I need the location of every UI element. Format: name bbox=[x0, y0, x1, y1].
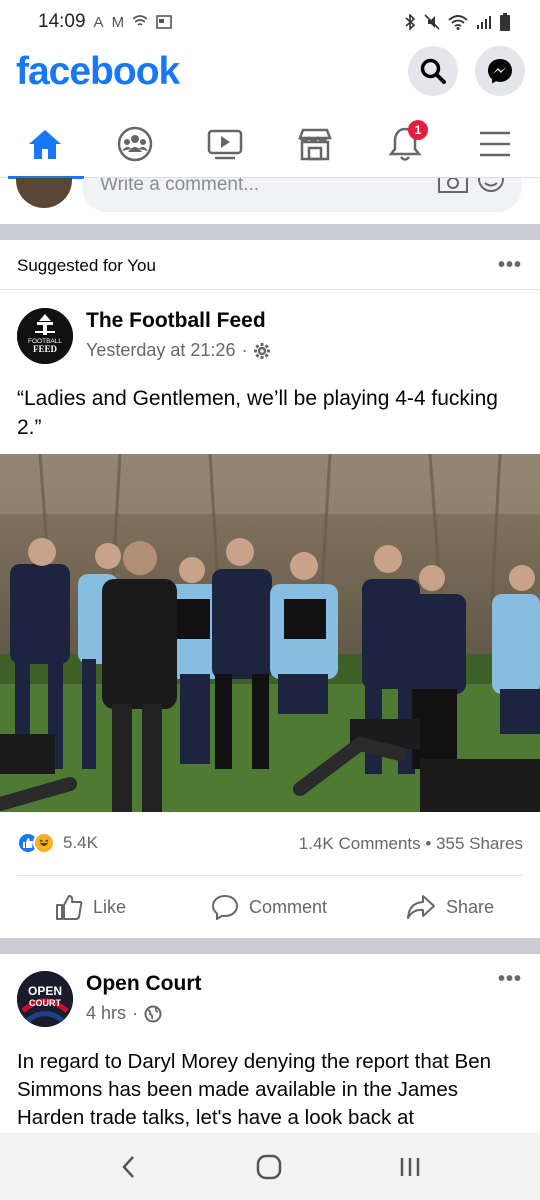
bluetooth-icon bbox=[405, 14, 416, 30]
suggested-header: Suggested for You ••• bbox=[0, 240, 540, 290]
page-avatar[interactable]: OPEN COURT bbox=[17, 971, 73, 1027]
home-button-icon[interactable] bbox=[256, 1154, 282, 1180]
feed-separator bbox=[0, 938, 540, 954]
emoji-icon[interactable] bbox=[478, 178, 504, 194]
tab-home[interactable] bbox=[0, 110, 90, 179]
like-button[interactable]: Like bbox=[55, 876, 126, 938]
globe-icon bbox=[144, 1005, 162, 1022]
comment-icon bbox=[211, 894, 239, 920]
a-icon: A bbox=[93, 13, 104, 31]
marketplace-icon bbox=[298, 128, 332, 161]
feed-separator bbox=[0, 224, 540, 240]
like-label: Like bbox=[93, 896, 127, 917]
hamburger-menu-icon bbox=[480, 131, 510, 157]
gmail-icon: M bbox=[111, 13, 125, 31]
main-nav: 1 bbox=[0, 110, 540, 179]
status-bar: 14:09 A M bbox=[0, 0, 540, 44]
suggested-label: Suggested for You bbox=[17, 256, 156, 275]
meta-separator: · bbox=[241, 340, 248, 360]
home-icon bbox=[29, 130, 61, 159]
clock: 14:09 bbox=[38, 11, 86, 32]
search-icon bbox=[420, 58, 446, 84]
football-feed-logo: FOOTBALL FEED bbox=[17, 308, 73, 364]
share-button[interactable]: Share bbox=[406, 876, 494, 938]
post-actions: Like Comment Share bbox=[0, 876, 540, 938]
avatar-text-bottom: COURT bbox=[29, 998, 61, 1008]
page-name[interactable]: Open Court bbox=[86, 972, 202, 996]
avatar-text-top: OPEN bbox=[28, 984, 62, 998]
reactions-summary[interactable]: 5.4K bbox=[17, 832, 98, 854]
app-header: facebook bbox=[0, 44, 540, 106]
post-meta: Yesterday at 21:26 · bbox=[86, 340, 271, 361]
avatar-text-bottom: FEED bbox=[33, 344, 58, 354]
tab-marketplace[interactable] bbox=[270, 110, 360, 178]
gear-icon bbox=[254, 342, 271, 359]
post-open-court: OPEN COURT Open Court ••• 4 hrs · In reg… bbox=[0, 954, 540, 1134]
groups-icon bbox=[117, 126, 153, 162]
post-photo[interactable] bbox=[0, 454, 540, 812]
like-icon bbox=[56, 895, 83, 920]
video-icon bbox=[207, 129, 243, 160]
mute-icon bbox=[424, 14, 440, 30]
comment-button[interactable]: Comment bbox=[211, 876, 327, 938]
facebook-logo[interactable]: facebook bbox=[16, 50, 180, 94]
post-text: In regard to Daryl Morey denying the rep… bbox=[17, 1050, 492, 1129]
messenger-button[interactable] bbox=[475, 46, 525, 96]
back-icon[interactable] bbox=[119, 1155, 139, 1179]
avatar bbox=[16, 178, 72, 208]
wifi-icon bbox=[448, 15, 468, 30]
post-meta: 4 hrs · bbox=[86, 1003, 162, 1024]
system-navigation-bar bbox=[0, 1133, 540, 1200]
post-timestamp[interactable]: Yesterday at 21:26 bbox=[86, 340, 235, 361]
more-options-icon[interactable]: ••• bbox=[498, 254, 522, 277]
notification-badge: 1 bbox=[408, 120, 428, 140]
comment-label: Comment bbox=[249, 896, 328, 917]
post-text: “Ladies and Gentlemen, we’ll be playing … bbox=[17, 387, 498, 439]
more-options-icon[interactable]: ••• bbox=[498, 968, 522, 991]
tab-watch[interactable] bbox=[180, 110, 270, 178]
haha-reaction-icon bbox=[33, 832, 55, 854]
share-icon bbox=[407, 895, 435, 919]
news-icon bbox=[156, 15, 172, 29]
signal-icon bbox=[477, 16, 491, 29]
open-court-logo: OPEN COURT bbox=[17, 971, 73, 1027]
meta-separator: · bbox=[132, 1003, 139, 1023]
search-button[interactable] bbox=[408, 46, 458, 96]
post-timestamp[interactable]: 4 hrs bbox=[86, 1003, 126, 1024]
messenger-icon bbox=[488, 59, 512, 84]
comment-composer: Write a comment... bbox=[0, 178, 540, 224]
training-photo bbox=[0, 454, 540, 812]
reaction-count: 5.4K bbox=[63, 833, 98, 852]
tab-groups[interactable] bbox=[90, 110, 180, 178]
tab-menu[interactable] bbox=[450, 110, 540, 178]
page-name[interactable]: The Football Feed bbox=[86, 309, 266, 333]
page-avatar[interactable]: FOOTBALL FEED bbox=[17, 308, 73, 364]
battery-icon bbox=[500, 13, 510, 31]
tab-notifications[interactable]: 1 bbox=[360, 110, 450, 178]
wifi-calling-icon bbox=[132, 15, 148, 26]
share-label: Share bbox=[446, 896, 495, 917]
camera-icon[interactable] bbox=[438, 178, 468, 194]
comments-shares-count[interactable]: 1.4K Comments • 355 Shares bbox=[299, 834, 523, 854]
recent-apps-icon[interactable] bbox=[399, 1156, 421, 1178]
